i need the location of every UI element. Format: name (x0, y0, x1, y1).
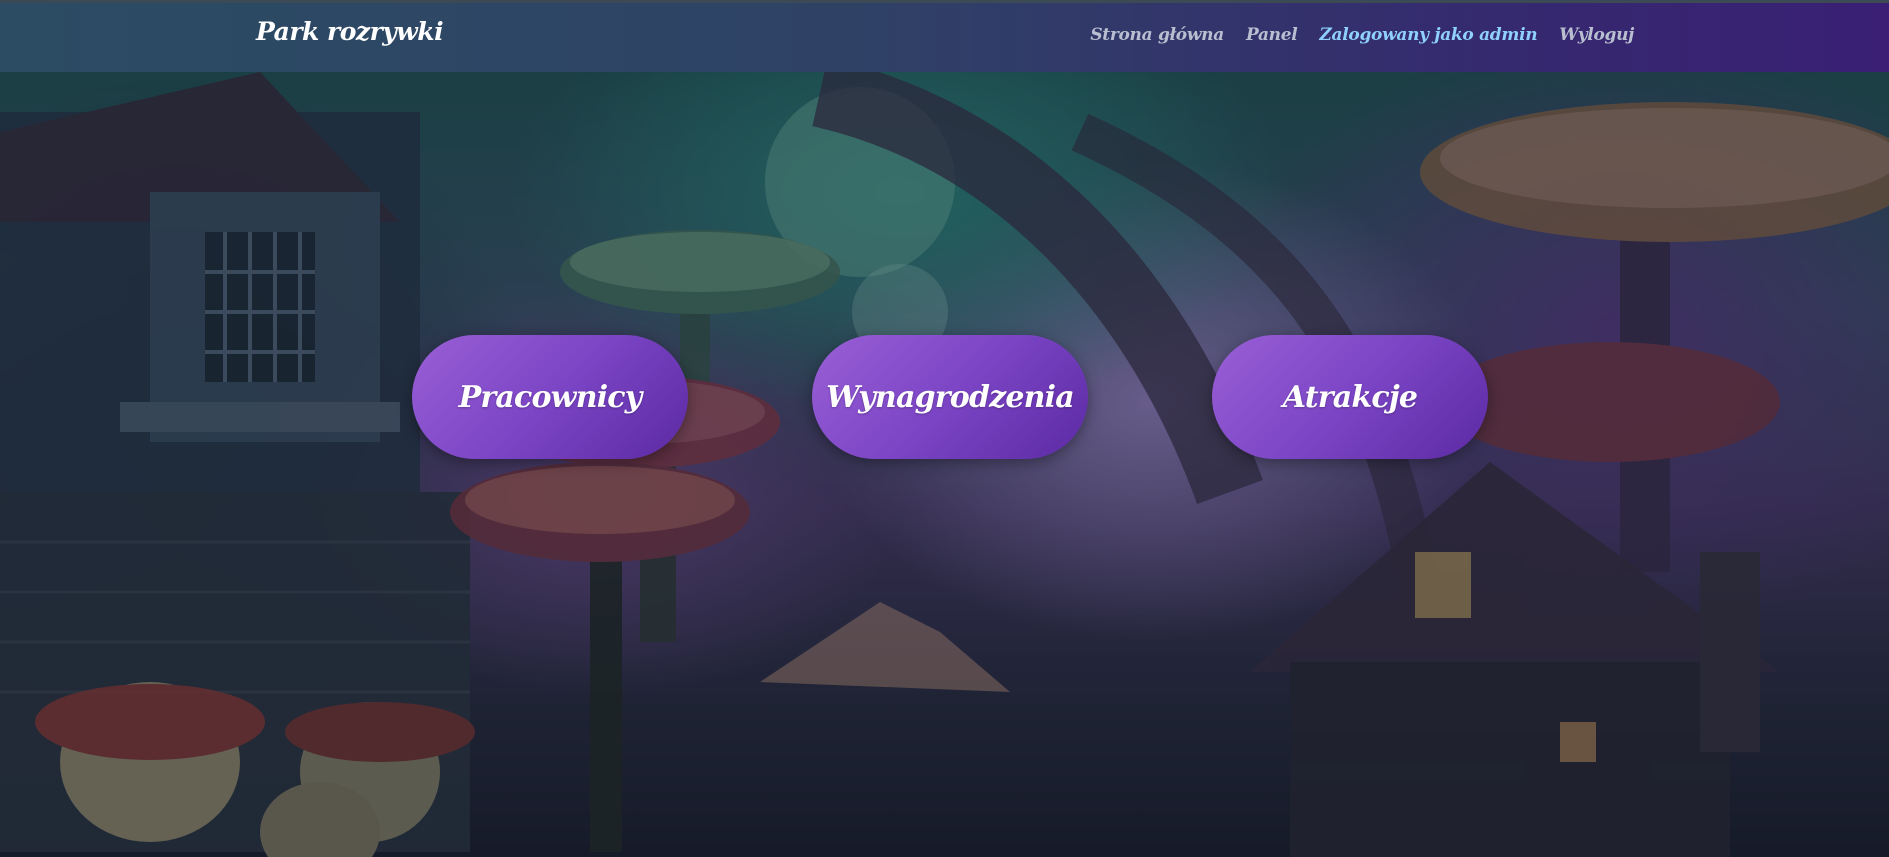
nav-link-home[interactable]: Strona główna (1090, 25, 1224, 45)
employees-button[interactable]: Pracownicy (412, 335, 688, 459)
moon-shape (765, 87, 955, 277)
nav-link-logout[interactable]: Wyloguj (1559, 25, 1634, 45)
salaries-button[interactable]: Wynagrodzenia (812, 335, 1088, 459)
attractions-button[interactable]: Atrakcje (1212, 335, 1488, 459)
left-house-shape (0, 72, 470, 852)
panel-actions: Pracownicy Wynagrodzenia Atrakcje (0, 335, 1889, 459)
brand-logo-link[interactable]: Park rozrywki (256, 17, 444, 46)
nav-logged-in-user[interactable]: Zalogowany jako admin (1319, 25, 1537, 45)
mountain-shape (760, 602, 1010, 692)
background-illustration (0, 72, 1889, 857)
fantasy-scene-art (0, 72, 1889, 857)
top-navbar: Park rozrywki Strona główna Panel Zalogo… (0, 0, 1889, 72)
right-house-shape (1250, 462, 1780, 857)
nav-links: Strona główna Panel Zalogowany jako admi… (1090, 25, 1634, 45)
mushroom-shapes (450, 230, 840, 852)
nav-link-panel[interactable]: Panel (1246, 25, 1298, 45)
foreground-mushrooms-shape (35, 682, 475, 857)
